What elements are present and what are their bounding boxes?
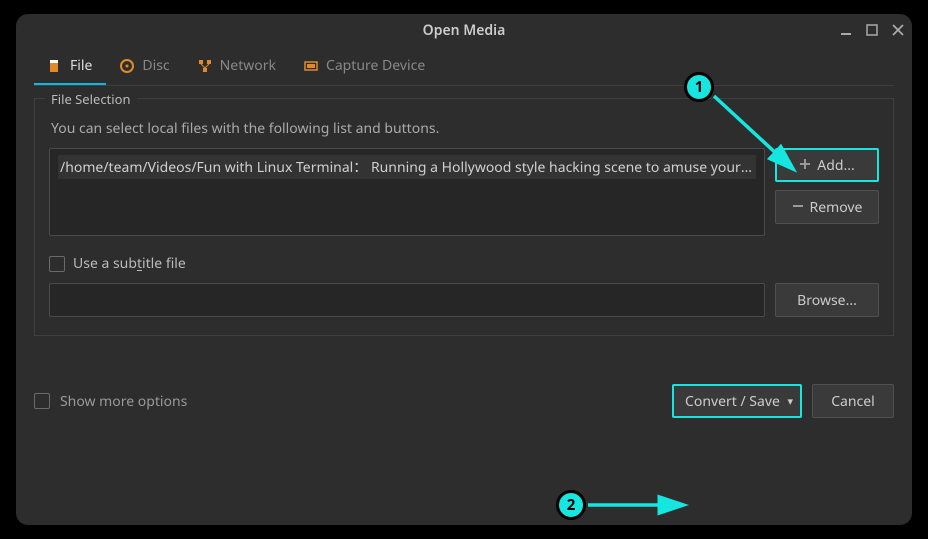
browse-button-label: Browse... (797, 291, 857, 310)
more-options-label: Show more options (60, 392, 187, 411)
tab-network[interactable]: Network (184, 46, 290, 85)
tab-capture[interactable]: Capture Device (290, 46, 439, 85)
file-list-item[interactable]: /home/team/Videos/Fun with Linux Termina… (58, 155, 756, 179)
tab-label: Capture Device (326, 56, 425, 75)
cancel-button[interactable]: Cancel (812, 384, 894, 418)
add-button[interactable]: Add... (775, 148, 879, 182)
titlebar: Open Media (16, 14, 912, 46)
tab-disc[interactable]: Disc (106, 46, 183, 85)
remove-button[interactable]: Remove (775, 190, 879, 224)
more-options-checkbox[interactable] (34, 393, 50, 409)
hint-text: You can select local files with the foll… (51, 119, 879, 138)
tab-file[interactable]: File (34, 46, 106, 85)
add-button-label: Add... (817, 156, 854, 175)
window-controls (840, 14, 904, 46)
minimize-icon[interactable] (840, 24, 852, 36)
network-icon (198, 59, 212, 73)
file-icon (48, 59, 62, 73)
file-selection-section: File Selection You can select local file… (34, 98, 894, 336)
capture-icon (304, 59, 318, 73)
plus-icon (799, 156, 811, 175)
window-title: Open Media (423, 21, 506, 40)
subtitle-label: Use a subtitle file (73, 254, 186, 273)
remove-button-label: Remove (810, 198, 863, 217)
cancel-button-label: Cancel (831, 392, 875, 411)
convert-save-label: Convert / Save (685, 392, 780, 411)
subtitle-checkbox[interactable] (49, 256, 65, 272)
annotation-arrow-2 (586, 492, 696, 518)
chevron-down-icon: ▾ (787, 394, 793, 409)
convert-save-button[interactable]: Convert / Save ▾ (672, 384, 802, 418)
browse-button[interactable]: Browse... (775, 283, 879, 317)
close-icon[interactable] (892, 24, 904, 36)
file-list[interactable]: /home/team/Videos/Fun with Linux Termina… (49, 148, 765, 236)
section-legend: File Selection (45, 90, 137, 108)
maximize-icon[interactable] (866, 24, 878, 36)
subtitle-path-input[interactable] (49, 283, 765, 317)
tabs: File Disc Network Capture Device (34, 46, 894, 86)
annotation-badge-1: 1 (684, 72, 714, 102)
tab-label: Network (220, 56, 276, 75)
annotation-badge-2: 2 (556, 490, 586, 520)
disc-icon (120, 59, 134, 73)
tab-label: File (70, 56, 92, 75)
dialog-window: Open Media File Disc Network Capture Dev (14, 12, 914, 527)
minus-icon (792, 198, 804, 217)
tab-label: Disc (142, 56, 169, 75)
